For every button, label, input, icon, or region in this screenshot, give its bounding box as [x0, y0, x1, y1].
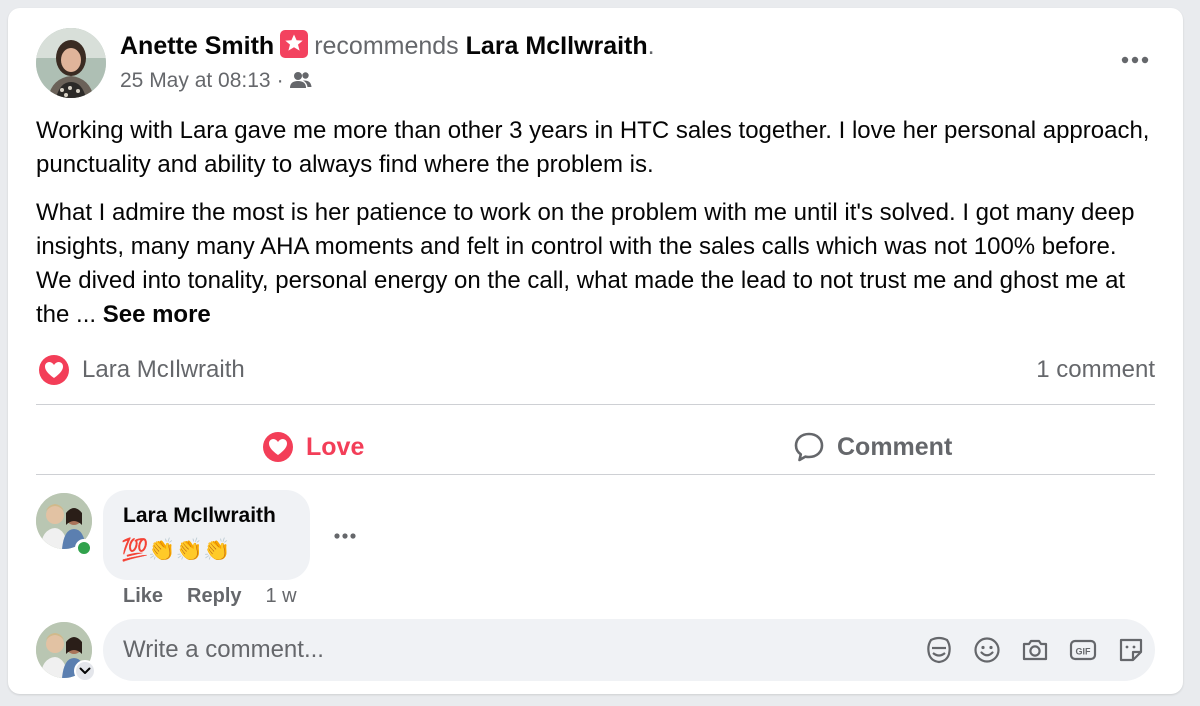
post-header: Anette Smith recommends Lara McIlwraith. [120, 30, 655, 62]
friends-icon[interactable] [289, 69, 312, 92]
love-icon [263, 432, 293, 462]
comment-time[interactable]: 1 w [266, 585, 297, 607]
sticker-icon[interactable] [1115, 634, 1147, 666]
post-body: Working with Lara gave me more than othe… [36, 114, 1156, 346]
comment-composer: GIF [103, 619, 1155, 681]
see-more-link[interactable]: See more [103, 301, 211, 328]
post-meta: 25 May at 08:13 · [120, 69, 312, 93]
comment-reply-link[interactable]: Reply [187, 585, 241, 607]
comment-button[interactable]: Comment [793, 421, 952, 473]
comment-text: 💯👏👏👏 [121, 537, 231, 562]
love-label: Love [306, 432, 365, 461]
comment-actions: Like Reply 1 w [123, 585, 297, 608]
period: . [647, 32, 655, 60]
reactions-summary: Lara McIlwraith 1 comment [38, 352, 1155, 388]
meta-separator: · [276, 69, 284, 92]
recommends-text: recommends [314, 32, 459, 60]
author-name[interactable]: Anette Smith [120, 32, 274, 60]
online-status-indicator [75, 539, 93, 557]
avatar-sticker-icon[interactable] [923, 634, 955, 666]
emoji-icon[interactable] [971, 634, 1003, 666]
love-button[interactable]: Love [262, 421, 364, 473]
gif-icon[interactable]: GIF [1067, 634, 1099, 666]
reactors-names[interactable]: Lara McIlwraith [82, 356, 245, 384]
comment-label: Comment [837, 432, 953, 461]
chevron-down-icon[interactable] [74, 660, 96, 682]
comment-input[interactable] [123, 619, 883, 681]
heart-reaction-icon[interactable] [38, 354, 70, 386]
comment-options-icon[interactable] [330, 526, 360, 546]
post-card: Anette Smith recommends Lara McIlwraith. … [8, 8, 1183, 694]
comment-like-link[interactable]: Like [123, 585, 163, 607]
post-timestamp[interactable]: 25 May at 08:13 [120, 69, 271, 92]
comment-bubble: Lara McIlwraith 💯👏👏👏 [103, 490, 310, 580]
svg-text:GIF: GIF [1076, 647, 1092, 657]
comment-author[interactable]: Lara McIlwraith [123, 504, 276, 528]
author-avatar[interactable] [36, 28, 106, 98]
divider-bottom [36, 474, 1155, 475]
post-options-icon[interactable] [1115, 48, 1155, 72]
divider-top [36, 404, 1155, 405]
post-paragraph: Working with Lara gave me more than othe… [36, 117, 1150, 178]
post-paragraph-2: What I admire the most is her patience t… [36, 196, 1156, 332]
recommended-person[interactable]: Lara McIlwraith [466, 32, 648, 60]
recommend-star-icon [280, 30, 309, 58]
comment-icon [794, 432, 824, 462]
camera-icon[interactable] [1019, 634, 1051, 666]
comment-count[interactable]: 1 comment [1036, 356, 1155, 384]
